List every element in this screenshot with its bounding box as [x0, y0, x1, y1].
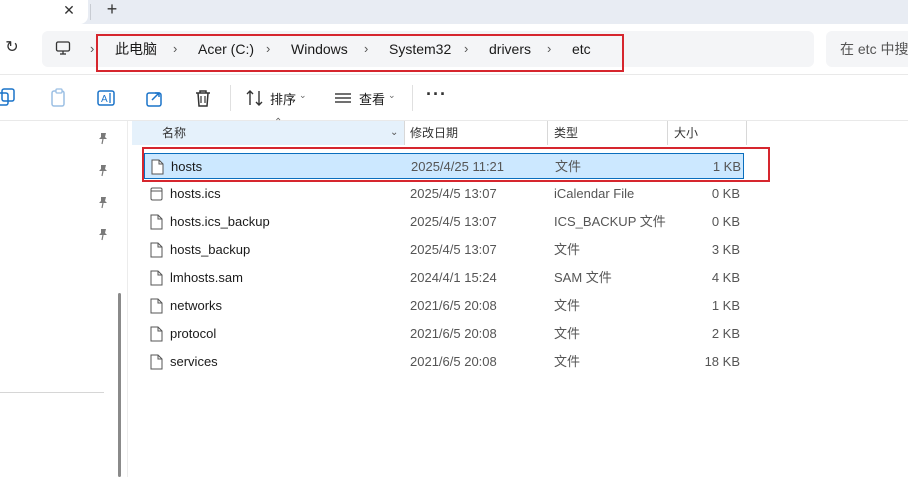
- file-icon: [150, 354, 163, 370]
- new-icon[interactable]: [0, 87, 22, 109]
- file-name: services: [170, 354, 218, 369]
- svg-text:A: A: [101, 94, 108, 105]
- file-name: hosts.ics_backup: [170, 214, 270, 229]
- column-header-modified[interactable]: 修改日期: [410, 121, 458, 145]
- file-modified: 2025/4/5 13:07: [410, 214, 497, 229]
- view-icon[interactable]: [332, 87, 354, 109]
- chevron-down-icon[interactable]: ⌄: [388, 90, 396, 101]
- file-icon: [150, 242, 163, 258]
- file-modified: 2021/6/5 20:08: [410, 354, 497, 369]
- file-row-services[interactable]: services 2021/6/5 20:08 文件 18 KB: [144, 349, 744, 375]
- search-input[interactable]: 在 etc 中搜: [826, 31, 908, 67]
- navigation-pane: [0, 121, 128, 477]
- file-modified: 2025/4/5 13:07: [410, 242, 497, 257]
- file-row-hosts-ics[interactable]: hosts.ics 2025/4/5 13:07 iCalendar File …: [144, 181, 744, 207]
- pin-icon[interactable]: [96, 163, 110, 177]
- more-options-button[interactable]: ···: [426, 84, 447, 105]
- chevron-right-icon[interactable]: ›: [90, 31, 94, 67]
- column-header-name[interactable]: 名称: [162, 121, 186, 145]
- file-icon: [150, 298, 163, 314]
- file-size: 18 KB: [704, 354, 740, 369]
- file-modified: 2025/4/5 13:07: [410, 186, 497, 201]
- file-row-protocol[interactable]: protocol 2021/6/5 20:08 文件 2 KB: [144, 321, 744, 347]
- command-bar: A 排序 ⌄ 查看 ⌄ ···: [0, 75, 908, 121]
- file-type: 文件: [554, 326, 581, 341]
- sidebar-divider: [0, 392, 104, 393]
- chevron-down-icon[interactable]: ⌄: [390, 121, 398, 145]
- file-size: 0 KB: [711, 186, 740, 201]
- file-type: ICS_BACKUP 文件: [554, 214, 666, 229]
- rename-icon[interactable]: A: [96, 87, 118, 109]
- calendar-file-icon: [150, 187, 163, 201]
- delete-icon[interactable]: [192, 87, 214, 109]
- file-modified: 2021/6/5 20:08: [410, 326, 497, 341]
- column-separator[interactable]: [667, 121, 668, 145]
- tab-current[interactable]: ✕: [0, 0, 88, 24]
- file-row-hosts-backup[interactable]: hosts_backup 2025/4/5 13:07 文件 3 KB: [144, 237, 744, 263]
- search-placeholder: 在 etc 中搜: [840, 41, 908, 57]
- toolbar-separator: [412, 85, 413, 111]
- file-size: 1 KB: [711, 298, 740, 313]
- file-modified: 2021/6/5 20:08: [410, 298, 497, 313]
- sidebar-scrollbar[interactable]: [118, 293, 121, 477]
- chevron-down-icon[interactable]: ⌄: [299, 90, 307, 101]
- column-separator[interactable]: [746, 121, 747, 145]
- file-name: protocol: [170, 326, 217, 341]
- sort-icon[interactable]: [244, 87, 266, 109]
- sort-ascending-icon: ⌃: [274, 117, 283, 128]
- paste-icon[interactable]: [48, 87, 70, 109]
- file-row-networks[interactable]: networks 2021/6/5 20:08 文件 1 KB: [144, 293, 744, 319]
- new-tab-icon[interactable]: +: [102, 0, 122, 20]
- file-icon: [150, 214, 163, 230]
- toolbar-separator: [230, 85, 231, 111]
- file-icon: [150, 270, 163, 286]
- file-type: iCalendar File: [554, 186, 635, 201]
- tab-separator: [90, 4, 91, 20]
- view-button[interactable]: 查看: [359, 89, 385, 108]
- file-name: networks: [170, 298, 223, 313]
- selected-row-highlight-box: [142, 147, 770, 182]
- file-size: 3 KB: [711, 242, 740, 257]
- this-pc-icon[interactable]: [55, 40, 71, 56]
- file-name: hosts_backup: [170, 242, 251, 257]
- file-row-hosts-ics-backup[interactable]: hosts.ics_backup 2025/4/5 13:07 ICS_BACK…: [144, 209, 744, 235]
- file-type: SAM 文件: [554, 270, 612, 285]
- file-size: 2 KB: [711, 326, 740, 341]
- file-icon: [150, 326, 163, 342]
- file-row-lmhosts-sam[interactable]: lmhosts.sam 2024/4/1 15:24 SAM 文件 4 KB: [144, 265, 744, 291]
- file-type: 文件: [554, 354, 581, 369]
- share-icon[interactable]: [144, 87, 166, 109]
- pin-icon[interactable]: [96, 131, 110, 145]
- file-name: lmhosts.sam: [170, 270, 243, 285]
- file-size: 0 KB: [711, 214, 740, 229]
- close-tab-icon[interactable]: ✕: [60, 1, 78, 19]
- file-name: hosts.ics: [170, 186, 221, 201]
- file-type: 文件: [554, 242, 581, 257]
- file-modified: 2024/4/1 15:24: [410, 270, 497, 285]
- column-separator[interactable]: [547, 121, 548, 145]
- pin-icon[interactable]: [96, 227, 110, 241]
- column-header-type[interactable]: 类型: [554, 121, 578, 145]
- tab-strip: ✕ +: [0, 0, 908, 24]
- breadcrumb-highlight-box: [96, 34, 624, 72]
- column-separator[interactable]: [404, 121, 405, 145]
- pin-icon[interactable]: [96, 195, 110, 209]
- file-size: 4 KB: [711, 270, 740, 285]
- file-type: 文件: [554, 298, 581, 313]
- refresh-icon[interactable]: ↻: [2, 38, 22, 58]
- sort-button[interactable]: 排序: [270, 89, 296, 108]
- column-header-size[interactable]: 大小: [674, 121, 698, 145]
